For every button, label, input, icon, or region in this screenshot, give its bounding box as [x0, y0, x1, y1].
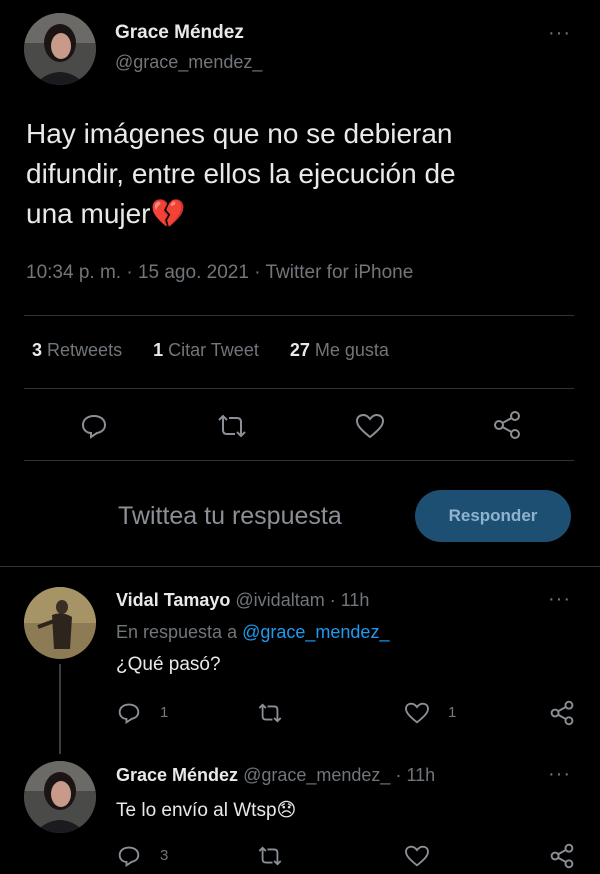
retweets-label: Retweets — [47, 340, 123, 360]
likes-count: 27 — [289, 340, 310, 360]
tweet-text-line: una mujer💔 — [26, 194, 586, 234]
divider — [0, 566, 600, 567]
likes-stat[interactable]: 27 Me gusta — [290, 340, 389, 360]
more-options-icon[interactable]: ··· — [548, 589, 571, 609]
more-options-icon[interactable]: ··· — [548, 764, 571, 784]
avatar-photo-icon — [24, 13, 96, 85]
author-name[interactable]: Grace Méndez — [115, 22, 244, 44]
reply-author-name[interactable]: Vidal Tamayo — [116, 590, 230, 610]
reply-author-avatar[interactable] — [24, 587, 96, 659]
reply-context-prefix: En respuesta a — [116, 622, 238, 642]
separator: · — [254, 262, 261, 283]
retweet-icon[interactable] — [256, 703, 284, 723]
reply-time[interactable]: 11h — [406, 765, 435, 785]
divider — [24, 315, 574, 316]
reply-author-name[interactable]: Grace Méndez — [116, 765, 238, 785]
retweets-stat[interactable]: 3 Retweets — [32, 340, 127, 360]
separator: · — [126, 262, 133, 283]
separator: · — [329, 590, 336, 610]
tweet-text: Hay imágenes que no se debieran difundir… — [26, 114, 586, 234]
reply-count: 3 — [160, 847, 169, 864]
reply-input[interactable]: Twittea tu respuesta — [118, 502, 342, 531]
reply-icon[interactable] — [117, 845, 141, 867]
reply-context: En respuesta a @grace_mendez_ — [116, 622, 389, 643]
quotes-count: 1 — [153, 340, 164, 360]
reply-author-handle[interactable]: @ividaltam — [235, 590, 324, 610]
likes-label: Me gusta — [314, 340, 389, 360]
reply-icon[interactable] — [117, 702, 141, 724]
reply-button[interactable]: Responder — [415, 490, 571, 542]
tweet-stats: 3 Retweets 1 Citar Tweet 27 Me gusta — [32, 340, 389, 361]
retweet-icon[interactable] — [215, 414, 249, 438]
retweet-icon[interactable] — [256, 846, 284, 866]
like-icon[interactable] — [404, 702, 430, 724]
reply-time[interactable]: 11h — [341, 590, 370, 610]
share-icon[interactable] — [549, 700, 575, 726]
author-handle[interactable]: @grace_mendez_ — [115, 52, 262, 73]
reply-author-handle[interactable]: @grace_mendez_ — [243, 765, 390, 785]
tweet-source[interactable]: Twitter for iPhone — [265, 262, 413, 283]
like-icon[interactable] — [404, 845, 430, 867]
broken-heart-emoji: 💔 — [150, 198, 186, 229]
mention-link[interactable]: @grace_mendez_ — [242, 622, 389, 642]
tweet-text-line: una mujer — [26, 198, 151, 229]
share-icon[interactable] — [492, 410, 522, 440]
reply-header: Vidal Tamayo @ividaltam · 11h — [116, 590, 369, 611]
tweet-time[interactable]: 10:34 p. m. — [26, 262, 121, 283]
author-avatar[interactable] — [24, 13, 96, 85]
disappointed-emoji: 😞 — [276, 800, 297, 821]
retweets-count: 3 — [32, 340, 43, 360]
quotes-stat[interactable]: 1 Citar Tweet — [153, 340, 264, 360]
reply-text-content: Te lo envío al Wtsp — [116, 800, 277, 821]
like-icon[interactable] — [355, 413, 385, 439]
reply-author-avatar[interactable] — [24, 761, 96, 833]
reply-text: Te lo envío al Wtsp😞 — [116, 799, 296, 822]
tweet-text-line: difundir, entre ellos la ejecución de — [26, 158, 456, 189]
divider — [24, 460, 574, 461]
thread-line — [59, 664, 61, 754]
tweet-meta: 10:34 p. m. · 15 ago. 2021 · Twitter for… — [26, 262, 413, 284]
reply-text: ¿Qué pasó? — [116, 654, 221, 675]
like-count: 1 — [448, 704, 457, 721]
quotes-label: Citar Tweet — [168, 340, 259, 360]
tweet-text-line: Hay imágenes que no se debieran — [26, 118, 453, 149]
reply-icon[interactable] — [80, 413, 108, 439]
avatar-photo-icon — [24, 587, 96, 659]
separator: · — [395, 765, 402, 785]
reply-count: 1 — [160, 704, 169, 721]
more-options-icon[interactable]: ··· — [548, 23, 571, 43]
avatar-photo-icon — [24, 761, 96, 833]
share-icon[interactable] — [549, 843, 575, 869]
reply-header: Grace Méndez @grace_mendez_ · 11h — [116, 765, 435, 786]
divider — [24, 388, 574, 389]
tweet-date[interactable]: 15 ago. 2021 — [138, 262, 249, 283]
